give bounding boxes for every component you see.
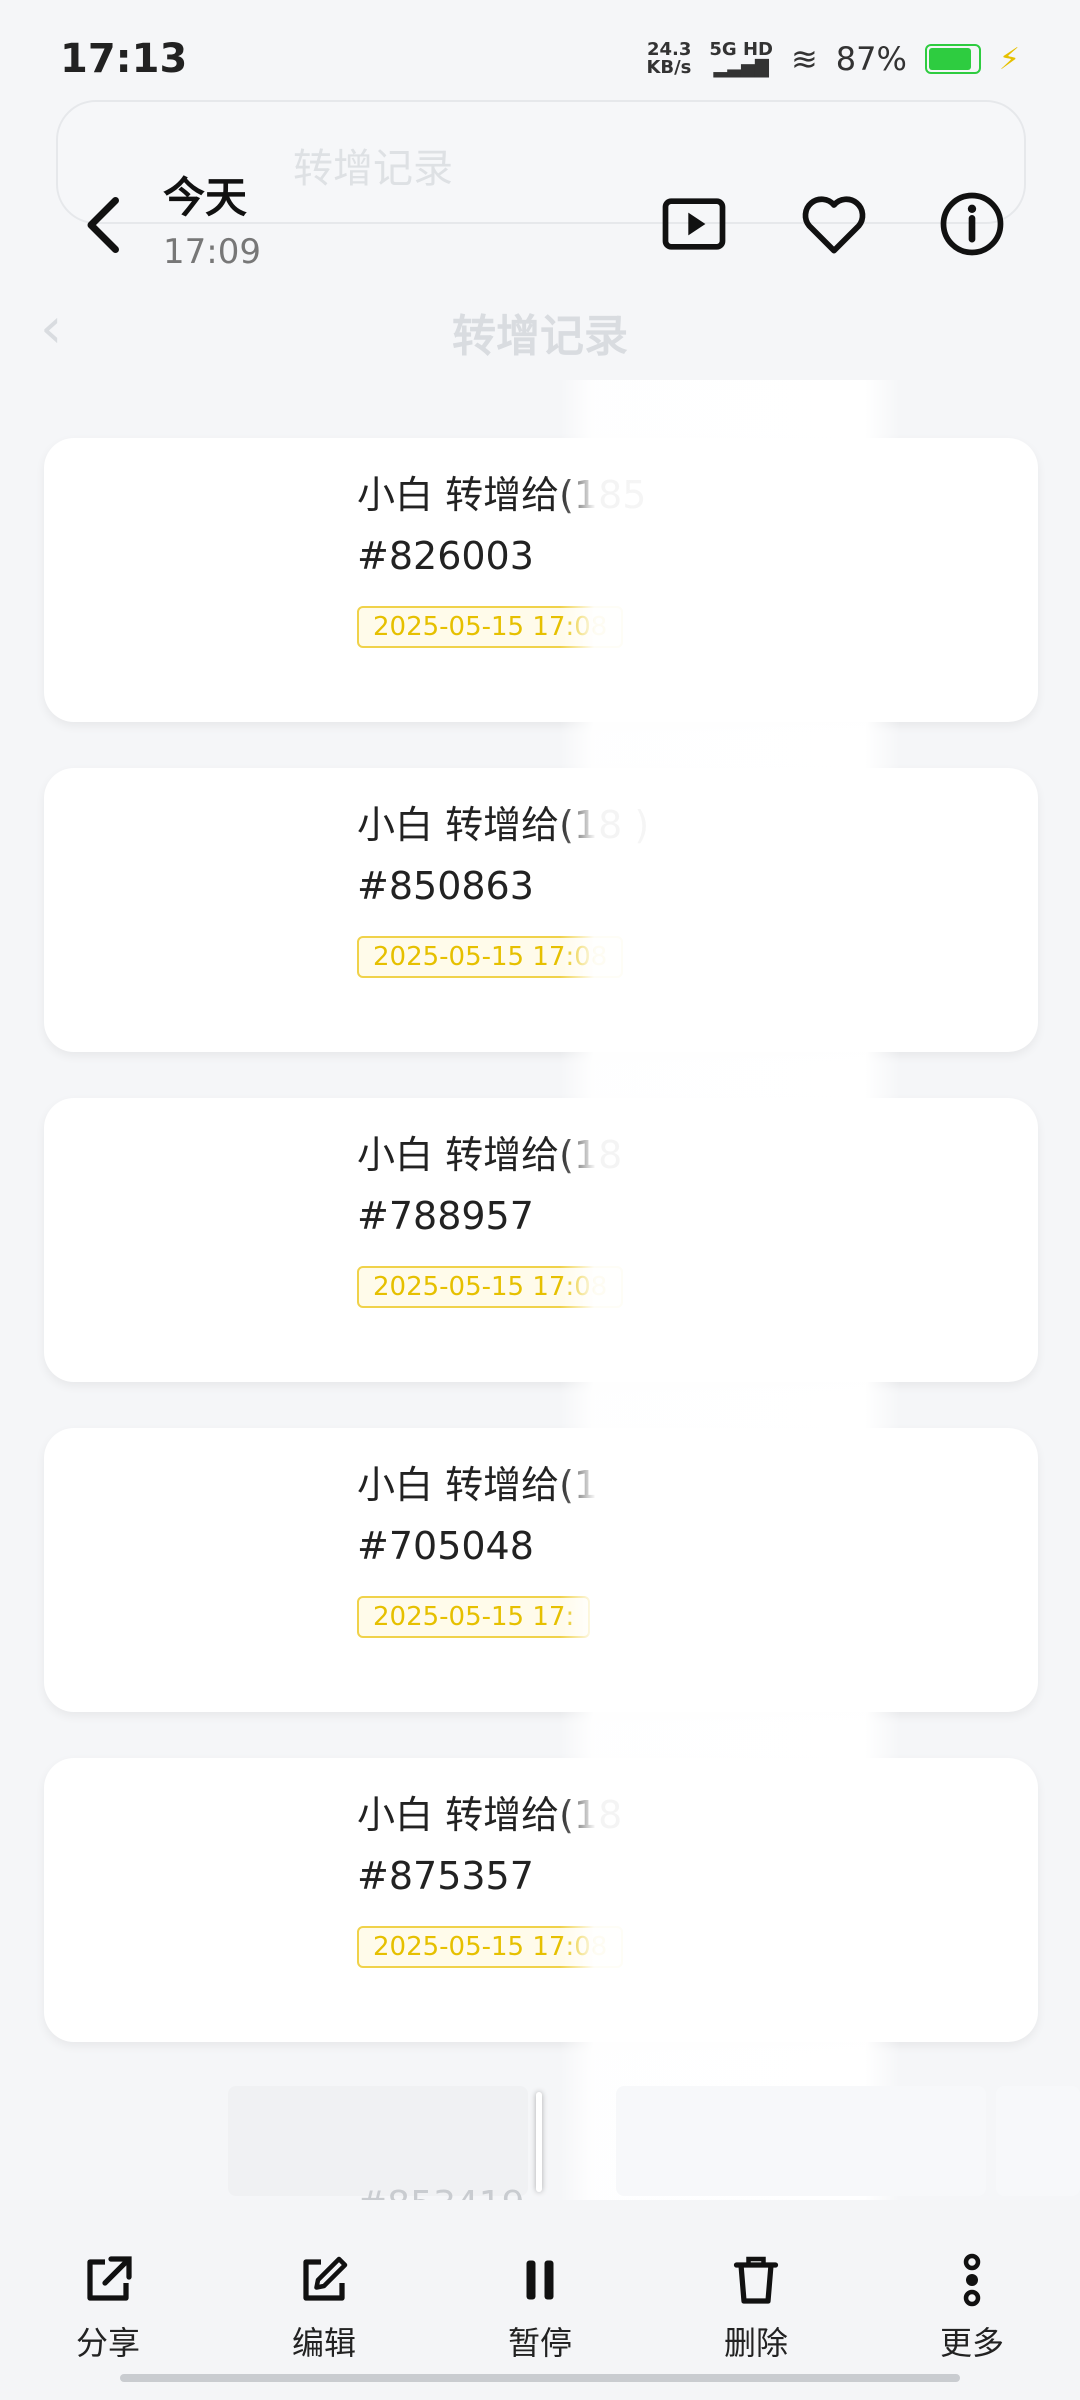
edit-button[interactable]: 编辑 [254, 2250, 394, 2364]
net-speed-unit: KB/s [646, 57, 692, 78]
play-icon[interactable] [656, 186, 732, 262]
header-title: 今天 [163, 173, 248, 222]
share-label: 分享 [75, 2324, 140, 2362]
pause-icon [526, 2260, 554, 2300]
item-id: #850863 [357, 864, 534, 908]
pause-label: 暂停 [507, 2324, 572, 2362]
share-button[interactable]: 分享 [38, 2250, 178, 2364]
wifi-icon: ≋ [790, 40, 818, 78]
charging-icon: ⚡ [998, 41, 1020, 77]
more-button[interactable]: 更多 [902, 2250, 1042, 2364]
favorite-icon[interactable] [796, 186, 872, 262]
thumbnail-next-2[interactable] [996, 2086, 1080, 2196]
share-icon [87, 2256, 132, 2301]
more-label: 更多 [939, 2324, 1004, 2362]
thumbnail-next[interactable] [616, 2086, 986, 2196]
status-time: 17:13 [60, 36, 188, 82]
thumbnail-scrubber[interactable] [536, 2092, 542, 2192]
viewer-header: 今天 17:09 [0, 150, 1080, 300]
item-date-badge: 2025-05-15 17: [357, 1596, 591, 1638]
battery-percent: 87% [835, 40, 907, 78]
delete-label: 删除 [723, 2324, 788, 2362]
edit-label: 编辑 [291, 2324, 356, 2362]
item-id: #826003 [357, 534, 534, 578]
signal-icon: 5G HD ▂▃▅▇ [709, 39, 773, 78]
info-icon[interactable] [934, 186, 1010, 262]
item-id: #788957 [357, 1194, 534, 1238]
edit-icon [303, 2256, 348, 2301]
bottom-toolbar: 分享 编辑 暂停 删除 更多 [0, 2200, 1080, 2400]
more-icon [963, 2253, 981, 2307]
status-icons: 24.3 KB/s 5G HD ▂▃▅▇ ≋ 87% ⚡ [646, 40, 1020, 78]
home-indicator[interactable] [120, 2374, 960, 2382]
delete-button[interactable]: 删除 [686, 2250, 826, 2364]
redaction-overlay [560, 380, 900, 2230]
header-subtitle: 17:09 [163, 232, 261, 272]
trash-icon [733, 2256, 779, 2304]
thumbnail-strip [0, 2086, 1080, 2196]
back-icon[interactable] [70, 190, 140, 260]
background-page-title: 转增记录 [452, 311, 628, 362]
net-speed: 24.3 KB/s [646, 41, 691, 77]
battery-icon [924, 44, 981, 74]
thumbnail-current[interactable] [228, 2086, 528, 2196]
item-id: #705048 [357, 1524, 534, 1568]
item-id: #875357 [357, 1854, 534, 1898]
pause-button[interactable]: 暂停 [470, 2250, 610, 2364]
